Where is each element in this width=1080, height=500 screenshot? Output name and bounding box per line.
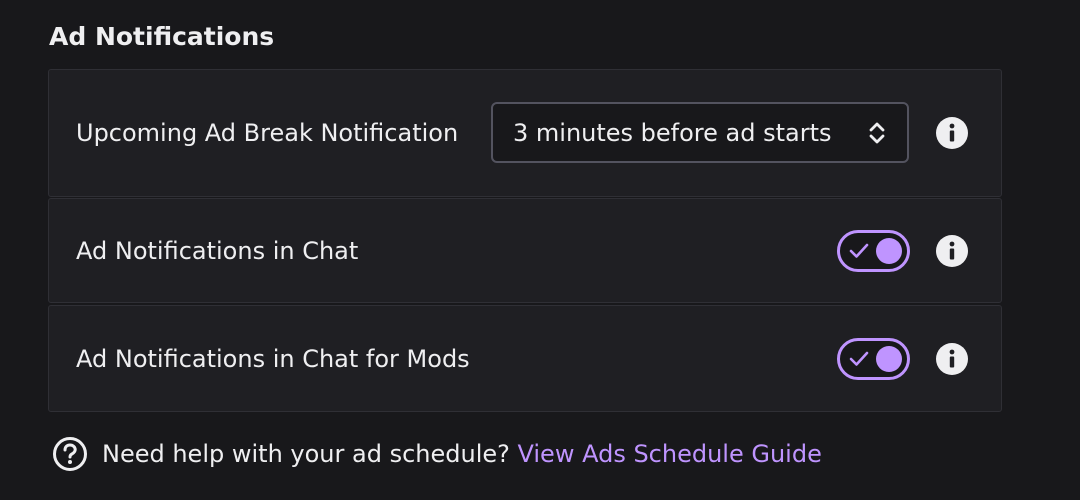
toggle-knob bbox=[876, 345, 902, 372]
ad-notifications-chat-mods-toggle[interactable] bbox=[837, 337, 910, 380]
section-title: Ad Notifications bbox=[49, 22, 275, 51]
ad-notifications-settings: Ad Notifications Upcoming Ad Break Notif… bbox=[0, 0, 1080, 500]
info-icon[interactable] bbox=[935, 234, 969, 268]
question-circle-icon bbox=[53, 437, 87, 471]
ad-notifications-chat-toggle[interactable] bbox=[837, 229, 910, 272]
chevron-up-down-icon bbox=[869, 122, 885, 143]
checkmark-icon bbox=[849, 351, 869, 366]
help-question: Need help with your ad schedule? bbox=[102, 440, 510, 468]
upcoming-ad-break-row: Upcoming Ad Break Notification 3 minutes… bbox=[48, 69, 1002, 197]
select-value: 3 minutes before ad starts bbox=[513, 118, 832, 147]
upcoming-ad-break-label: Upcoming Ad Break Notification bbox=[76, 119, 459, 147]
view-ads-schedule-guide-link[interactable]: View Ads Schedule Guide bbox=[518, 440, 822, 468]
ad-notifications-chat-row: Ad Notifications in Chat bbox=[48, 198, 1002, 303]
checkmark-icon bbox=[849, 243, 869, 258]
toggle-knob bbox=[876, 237, 902, 264]
ad-break-notification-select[interactable]: 3 minutes before ad starts bbox=[491, 102, 909, 163]
ad-notifications-chat-mods-row: Ad Notifications in Chat for Mods bbox=[48, 305, 1002, 412]
info-icon[interactable] bbox=[935, 116, 969, 150]
info-icon[interactable] bbox=[935, 342, 969, 376]
ad-notifications-chat-mods-label: Ad Notifications in Chat for Mods bbox=[76, 344, 470, 373]
ad-notifications-chat-label: Ad Notifications in Chat bbox=[76, 236, 359, 265]
help-text: Need help with your ad schedule? View Ad… bbox=[102, 438, 822, 470]
